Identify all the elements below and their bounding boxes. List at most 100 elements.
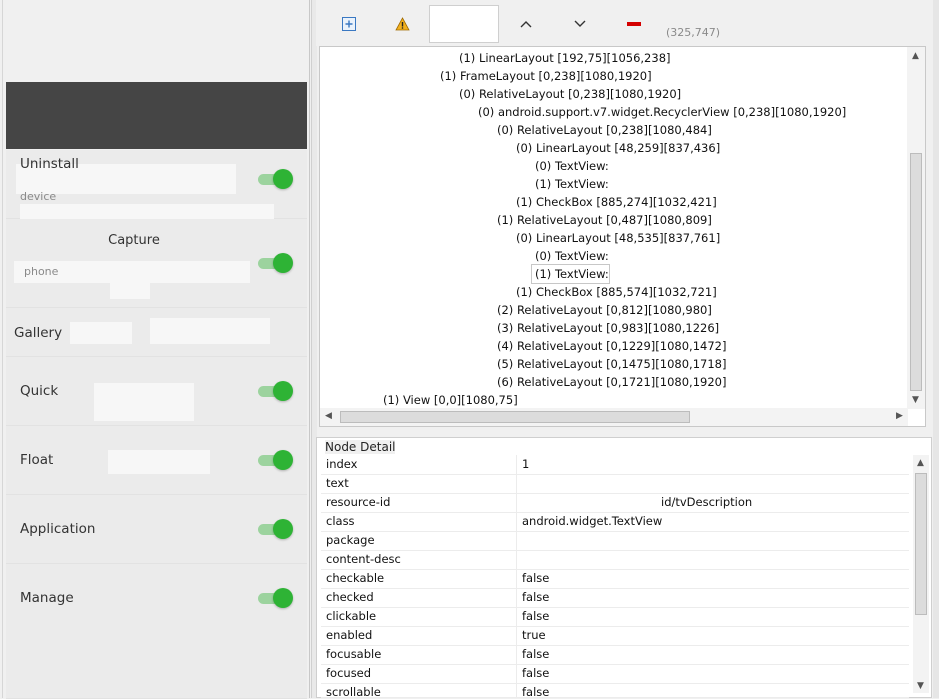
device-screenshot-panel: Uninstall device Capture phone Gallery Q… xyxy=(0,0,311,699)
scroll-up-arrow-icon[interactable]: ▲ xyxy=(912,51,919,61)
blurred-region xyxy=(70,322,132,344)
toggle-switch[interactable] xyxy=(258,449,293,471)
tree-node[interactable]: (2) RelativeLayout [0,812][1080,980] xyxy=(497,301,712,319)
tree-node[interactable]: (3) RelativeLayout [0,983][1080,1226] xyxy=(497,319,719,337)
table-row[interactable]: index 1 xyxy=(321,455,909,475)
node-detail-panel: Node Detail index 1 text resource-id id/tv… xyxy=(316,437,932,698)
setting-row-application[interactable]: Application xyxy=(6,495,307,564)
scroll-left-arrow-icon[interactable]: ◀ xyxy=(325,411,332,421)
table-row[interactable]: clickable false xyxy=(321,607,909,627)
property-value: false xyxy=(522,685,550,698)
tree-node-selected[interactable]: (1) TextView: xyxy=(531,264,610,284)
scroll-down-arrow-icon[interactable]: ▼ xyxy=(917,681,924,691)
property-key: resource-id xyxy=(326,495,391,509)
chevron-up-icon[interactable] xyxy=(514,12,538,36)
table-row[interactable]: enabled true xyxy=(321,626,909,646)
tree-node[interactable]: (0) RelativeLayout [0,238][1080,1920] xyxy=(459,85,681,103)
blurred-region xyxy=(110,277,150,299)
tree-node[interactable]: (1) CheckBox [885,274][1032,421] xyxy=(516,193,717,211)
setting-row-gallery[interactable]: Gallery xyxy=(6,308,307,357)
warning-icon[interactable] xyxy=(390,12,414,36)
tree-node[interactable]: (0) TextView: xyxy=(535,247,609,265)
red-minus-icon[interactable] xyxy=(622,12,646,36)
tree-node[interactable]: (1) RelativeLayout [0,487][1080,809] xyxy=(497,211,712,229)
property-value: false xyxy=(522,571,550,585)
table-row[interactable]: checked false xyxy=(321,588,909,608)
table-row[interactable]: focusable false xyxy=(321,645,909,665)
property-key: content-desc xyxy=(326,552,401,566)
property-key: enabled xyxy=(326,628,373,642)
property-key: clickable xyxy=(326,609,377,623)
toggle-switch[interactable] xyxy=(258,168,293,190)
toolbar-blank-field[interactable] xyxy=(429,5,499,43)
setting-row-float[interactable]: Float xyxy=(6,426,307,495)
scrollbar-thumb[interactable] xyxy=(910,153,922,391)
property-key: text xyxy=(326,476,349,490)
setting-label: Quick xyxy=(20,383,59,399)
tree-node[interactable]: (0) RelativeLayout [0,238][1080,484] xyxy=(497,121,712,139)
property-value: false xyxy=(522,590,550,604)
property-key: focused xyxy=(326,666,372,680)
property-key: scrollable xyxy=(326,685,381,698)
tree-node[interactable]: (0) LinearLayout [48,535][837,761] xyxy=(516,229,720,247)
toggle-switch[interactable] xyxy=(258,587,293,609)
chevron-down-icon[interactable] xyxy=(568,12,592,36)
scrollbar-thumb[interactable] xyxy=(340,411,690,423)
tree-node[interactable]: (1) LinearLayout [192,75][1056,238] xyxy=(459,49,671,67)
expand-all-icon[interactable] xyxy=(337,12,361,36)
property-value: false xyxy=(522,666,550,680)
setting-label: Capture xyxy=(108,233,160,248)
property-value: 1 xyxy=(522,457,530,471)
table-row[interactable]: focused false xyxy=(321,664,909,684)
scroll-down-arrow-icon[interactable]: ▼ xyxy=(912,395,919,405)
tree-node[interactable]: (1) View [0,0][1080,75] xyxy=(383,391,518,409)
setting-sublabel: phone xyxy=(24,265,59,278)
detail-vertical-scrollbar[interactable]: ▲ ▼ xyxy=(913,455,929,693)
tree-node[interactable]: (6) RelativeLayout [0,1721][1080,1920] xyxy=(497,373,726,391)
table-row[interactable]: resource-id id/tvDescription xyxy=(321,493,909,513)
tree-node[interactable]: (1) CheckBox [885,574][1032,721] xyxy=(516,283,717,301)
setting-row-capture[interactable]: Capture phone xyxy=(6,219,307,308)
tree-node[interactable]: (0) android.support.v7.widget.RecyclerVi… xyxy=(478,103,846,121)
property-value: false xyxy=(522,647,550,661)
blurred-region xyxy=(150,318,270,344)
property-key: checked xyxy=(326,590,374,604)
setting-label: Manage xyxy=(20,590,74,606)
toggle-switch[interactable] xyxy=(258,252,293,274)
tree-node[interactable]: (1) TextView: xyxy=(535,175,609,193)
setting-row-manage[interactable]: Manage xyxy=(6,564,307,699)
table-row[interactable]: scrollable false xyxy=(321,683,909,698)
panel-title: Node Detail xyxy=(325,440,396,454)
property-value: id/tvDescription xyxy=(661,495,753,509)
tree-node[interactable]: (1) FrameLayout [0,238][1080,1920] xyxy=(440,67,652,85)
table-row[interactable]: text xyxy=(321,474,909,494)
tree-content: (1) LinearLayout [192,75][1056,238] (1) … xyxy=(320,47,908,409)
setting-label: Gallery xyxy=(14,325,63,341)
setting-row-uninstall[interactable]: Uninstall device xyxy=(6,150,307,226)
scroll-right-arrow-icon[interactable]: ▶ xyxy=(896,411,903,421)
tree-node[interactable]: (0) TextView: xyxy=(535,157,609,175)
table-row[interactable]: content-desc xyxy=(321,550,909,570)
setting-row-quick[interactable]: Quick xyxy=(6,357,307,426)
scrollbar-thumb[interactable] xyxy=(915,473,927,615)
toolbar: (325,747) xyxy=(316,0,934,46)
property-value: android.widget.TextView xyxy=(522,514,663,528)
table-row[interactable]: package xyxy=(321,531,909,551)
app-header-bar xyxy=(6,82,307,149)
toggle-switch[interactable] xyxy=(258,380,293,402)
tree-node[interactable]: (5) RelativeLayout [0,1475][1080,1718] xyxy=(497,355,726,373)
table-row[interactable]: checkable false xyxy=(321,569,909,589)
scroll-up-arrow-icon[interactable]: ▲ xyxy=(917,458,924,468)
setting-label: Float xyxy=(20,452,54,468)
table-row[interactable]: class android.widget.TextView xyxy=(321,512,909,532)
tree-vertical-scrollbar[interactable]: ▲ ▼ xyxy=(907,47,925,409)
tree-horizontal-scrollbar[interactable]: ◀ ▶ xyxy=(320,408,908,426)
hierarchy-tree[interactable]: (1) LinearLayout [192,75][1056,238] (1) … xyxy=(319,46,926,427)
tree-node[interactable]: (0) LinearLayout [48,259][837,436] xyxy=(516,139,720,157)
toggle-switch[interactable] xyxy=(258,518,293,540)
blurred-region xyxy=(94,383,194,421)
setting-label: Application xyxy=(20,521,96,537)
property-key: package xyxy=(326,533,375,547)
tree-node[interactable]: (4) RelativeLayout [0,1229][1080,1472] xyxy=(497,337,726,355)
property-value: false xyxy=(522,609,550,623)
